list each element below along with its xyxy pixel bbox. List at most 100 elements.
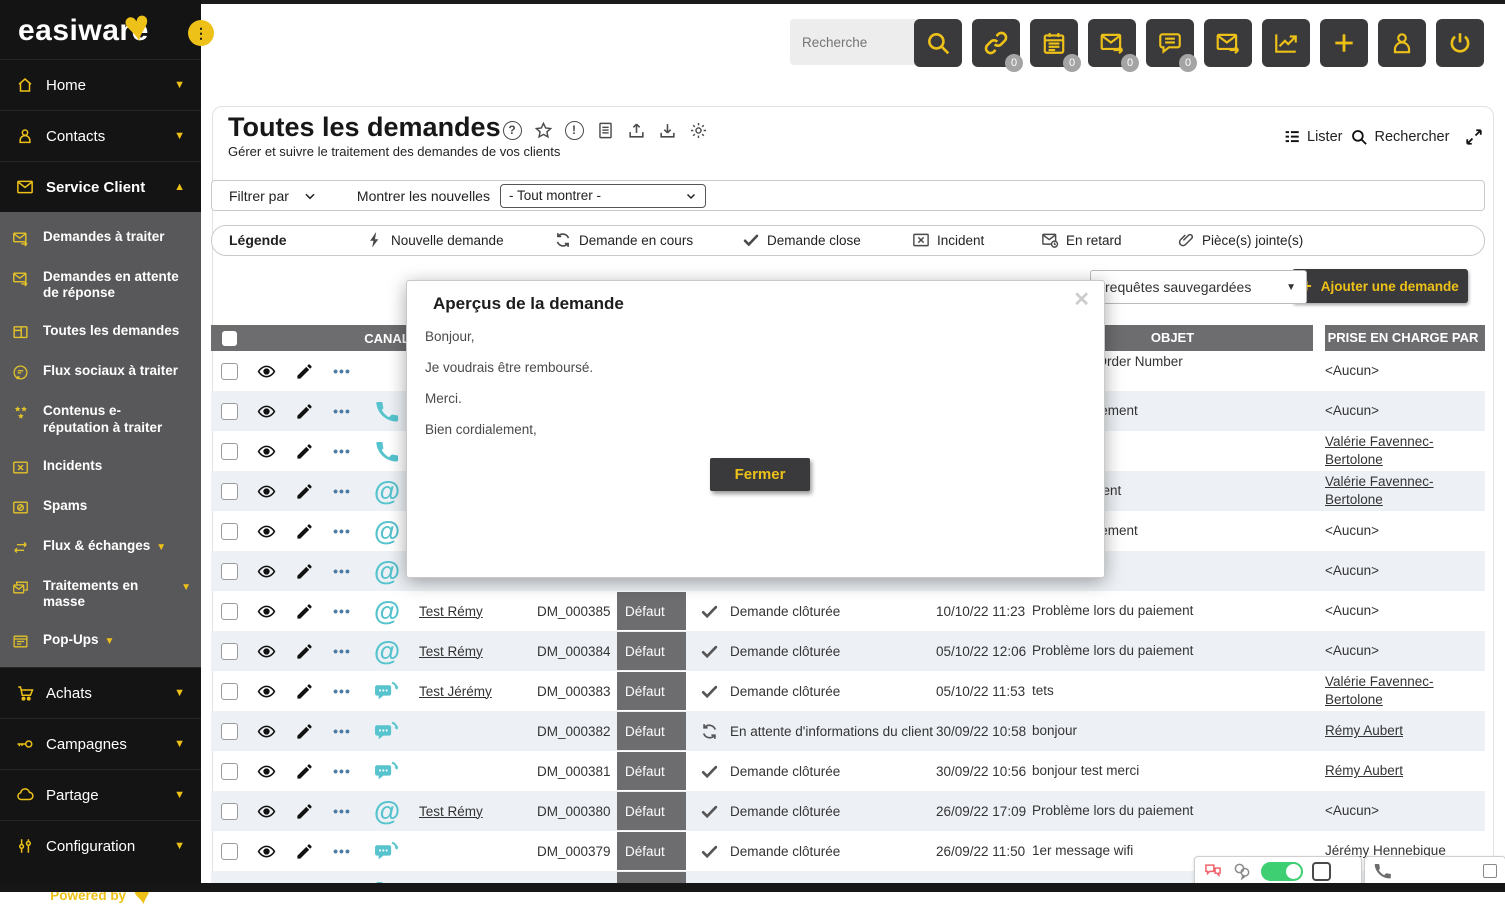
sidebar-item-contacts[interactable]: Contacts▼: [0, 110, 201, 161]
rechercher-button[interactable]: Rechercher: [1350, 128, 1449, 146]
agent-link[interactable]: Valérie Favennec-Bertolone: [1325, 473, 1481, 508]
subnav-item[interactable]: Contenus e-réputation à traiter: [0, 392, 201, 446]
row-checkbox[interactable]: [221, 763, 238, 780]
subnav-item[interactable]: Demandes à traiter: [0, 218, 201, 258]
subnav-item[interactable]: Pop-Ups▼: [0, 621, 201, 661]
chevron-down-icon[interactable]: [303, 189, 317, 203]
subnav-item[interactable]: Demandes en attente de réponse: [0, 258, 201, 312]
pencil-icon[interactable]: [295, 682, 314, 701]
pencil-icon[interactable]: [295, 802, 314, 821]
header-chain-button[interactable]: 0: [972, 19, 1020, 67]
sidebar-item-home[interactable]: Home▼: [0, 59, 201, 110]
contact-link[interactable]: Test Rémy: [419, 644, 483, 659]
search-input[interactable]: [790, 19, 920, 65]
sidebar-item-service-client[interactable]: Service Client▲: [0, 161, 201, 212]
header-chat-lines-button[interactable]: 0: [1146, 19, 1194, 67]
row-checkbox[interactable]: [221, 603, 238, 620]
more-actions-icon[interactable]: •••: [333, 403, 351, 419]
row-checkbox[interactable]: [221, 483, 238, 500]
eye-icon[interactable]: [257, 562, 276, 581]
row-checkbox[interactable]: [221, 843, 238, 860]
download-icon[interactable]: [657, 120, 677, 140]
chat-duo-red-icon[interactable]: [1203, 861, 1223, 881]
pencil-icon[interactable]: [295, 762, 314, 781]
subnav-item[interactable]: Toutes les demandes: [0, 312, 201, 352]
more-actions-icon[interactable]: •••: [333, 643, 351, 659]
more-actions-icon[interactable]: •••: [333, 763, 351, 779]
star-icon[interactable]: [533, 120, 553, 140]
more-actions-icon[interactable]: •••: [333, 483, 351, 499]
logo[interactable]: easiware ♥: [0, 0, 201, 59]
subnav-item[interactable]: Flux & échanges▼: [0, 527, 201, 567]
subnav-item[interactable]: Spams: [0, 487, 201, 527]
more-actions-icon[interactable]: •••: [333, 683, 351, 699]
agent-link[interactable]: Valérie Favennec-Bertolone: [1325, 433, 1481, 468]
pencil-icon[interactable]: [295, 402, 314, 421]
eye-icon[interactable]: [257, 762, 276, 781]
eye-icon[interactable]: [257, 362, 276, 381]
stop-square-icon[interactable]: [1312, 862, 1331, 881]
gear-icon[interactable]: [688, 120, 708, 140]
more-actions-icon[interactable]: •••: [333, 603, 351, 619]
eye-icon[interactable]: [257, 482, 276, 501]
more-actions-icon[interactable]: •••: [333, 843, 351, 859]
sidebar-item-campagnes[interactable]: Campagnes▼: [0, 718, 201, 769]
sidebar-menu-toggle[interactable]: ⋮: [188, 20, 214, 46]
contact-link[interactable]: Test Rémy: [419, 804, 483, 819]
availability-toggle[interactable]: [1261, 862, 1303, 881]
expand-icon[interactable]: [1465, 128, 1483, 146]
sidebar-item-partage[interactable]: Partage▼: [0, 769, 201, 820]
pencil-icon[interactable]: [295, 842, 314, 861]
question-icon[interactable]: ?: [502, 120, 522, 140]
pencil-icon[interactable]: [295, 482, 314, 501]
header-mail-out-button[interactable]: 0: [1088, 19, 1136, 67]
header-trending-button[interactable]: [1262, 19, 1310, 67]
pencil-icon[interactable]: [295, 562, 314, 581]
more-actions-icon[interactable]: •••: [333, 803, 351, 819]
eye-icon[interactable]: [257, 642, 276, 661]
header-plus-button[interactable]: [1320, 19, 1368, 67]
add-request-button[interactable]: + Ajouter une demande: [1292, 269, 1468, 303]
more-actions-icon[interactable]: •••: [333, 563, 351, 579]
more-actions-icon[interactable]: •••: [333, 363, 351, 379]
eye-icon[interactable]: [257, 802, 276, 821]
select-all-checkbox[interactable]: [222, 331, 237, 346]
pencil-icon[interactable]: [295, 362, 314, 381]
more-actions-icon[interactable]: •••: [333, 523, 351, 539]
row-checkbox[interactable]: [221, 723, 238, 740]
row-checkbox[interactable]: [221, 643, 238, 660]
subnav-item[interactable]: Flux sociaux à traiter: [0, 352, 201, 392]
upload-icon[interactable]: [626, 120, 646, 140]
eye-icon[interactable]: [257, 522, 276, 541]
contact-link[interactable]: Test Rémy: [419, 604, 483, 619]
subnav-item[interactable]: Traitements en masse▼: [0, 567, 201, 621]
filter-by-label[interactable]: Filtrer par: [229, 188, 289, 204]
header-magnifier-button[interactable]: [914, 19, 962, 67]
eye-icon[interactable]: [257, 682, 276, 701]
row-checkbox[interactable]: [221, 443, 238, 460]
subnav-item[interactable]: Incidents: [0, 447, 201, 487]
saved-queries-dropdown[interactable]: requêtes sauvegardées ▼: [1090, 270, 1307, 304]
header-power-button[interactable]: [1436, 19, 1484, 67]
sidebar-item-configuration[interactable]: Configuration▼: [0, 820, 201, 871]
exclamation-icon[interactable]: !: [564, 120, 584, 140]
agent-link[interactable]: Rémy Aubert: [1325, 722, 1403, 740]
header-prise-en-charge[interactable]: PRISE EN CHARGE PAR: [1325, 325, 1485, 351]
show-new-select[interactable]: - Tout montrer -: [500, 184, 706, 208]
checkbox-small[interactable]: [1483, 864, 1497, 878]
lister-button[interactable]: Lister: [1283, 128, 1342, 146]
eye-icon[interactable]: [257, 602, 276, 621]
eye-icon[interactable]: [257, 402, 276, 421]
sidebar-item-achats[interactable]: Achats▼: [0, 667, 201, 718]
row-checkbox[interactable]: [221, 563, 238, 580]
header-mail-out-button[interactable]: [1204, 19, 1252, 67]
pencil-icon[interactable]: [295, 722, 314, 741]
fermer-button[interactable]: Fermer: [710, 458, 810, 491]
pencil-icon[interactable]: [295, 602, 314, 621]
close-icon[interactable]: ✕: [1073, 287, 1090, 312]
contact-link[interactable]: Test Jérémy: [419, 684, 492, 699]
agent-link[interactable]: Rémy Aubert: [1325, 762, 1403, 780]
row-checkbox[interactable]: [221, 803, 238, 820]
pencil-icon[interactable]: [295, 442, 314, 461]
row-checkbox[interactable]: [221, 403, 238, 420]
